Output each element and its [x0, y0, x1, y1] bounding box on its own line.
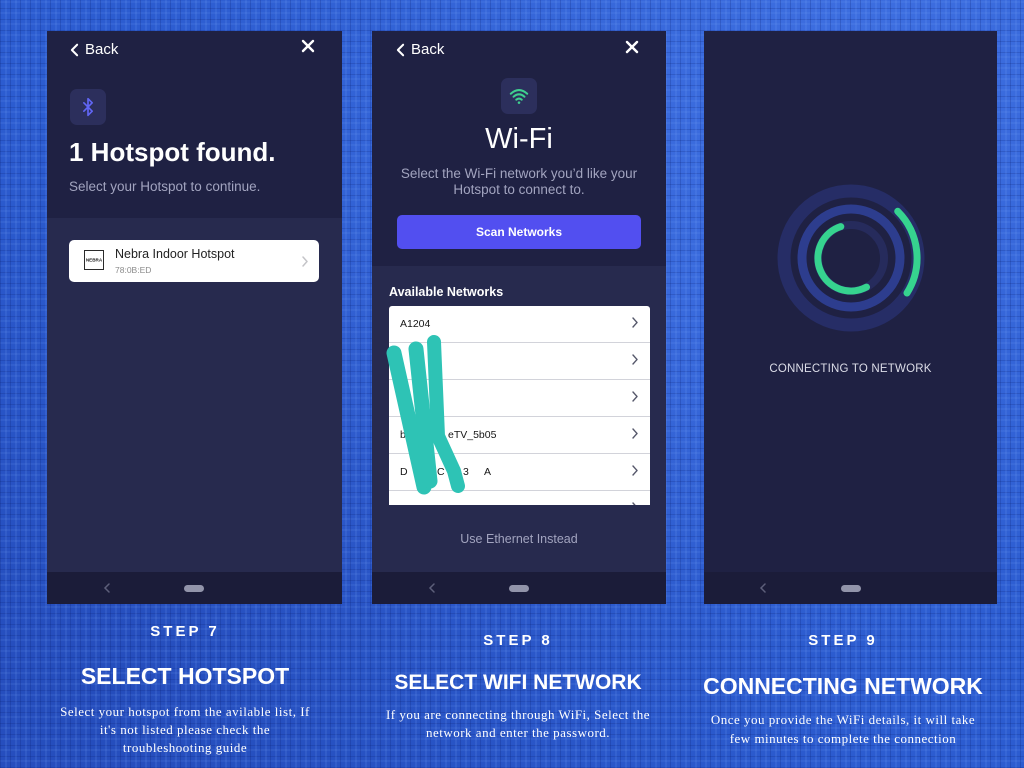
close-icon[interactable]: [301, 39, 315, 53]
hotspot-id: 78:0B:ED: [115, 265, 152, 275]
page-title: 1 Hotspot found.: [69, 137, 276, 167]
chevron-right-icon: [632, 317, 638, 328]
available-networks-heading: Available Networks: [389, 285, 504, 299]
back-label: Back: [85, 41, 119, 58]
nebra-logo-text: NEBRA: [86, 258, 103, 263]
nav-back-icon[interactable]: [103, 582, 111, 594]
network-name: A1204: [400, 318, 431, 330]
screen-select-wifi: Back Wi-Fi Select the Wi-Fi network you’…: [372, 31, 666, 604]
page-title: Wi-Fi: [485, 123, 553, 155]
back-label: Back: [411, 41, 445, 58]
home-pill-icon[interactable]: [509, 585, 529, 592]
bluetooth-icon-tile: [70, 89, 106, 125]
close-icon[interactable]: [625, 40, 639, 54]
chevron-left-icon: [70, 43, 79, 57]
screen-select-hotspot: Back 1 Hotspot found. Select your Hotspo…: [47, 31, 342, 604]
chevron-left-icon: [396, 43, 405, 57]
android-nav-bar: [47, 572, 342, 604]
step-9-title: CONNECTING NETWORK: [703, 673, 983, 699]
network-name-fragment: C: [437, 466, 445, 478]
page-subtitle: Select your Hotspot to continue.: [69, 179, 261, 194]
page-subtitle-line-1: Select the Wi-Fi network you’d like your: [400, 166, 638, 181]
hotspot-name: Nebra Indoor Hotspot: [115, 247, 235, 261]
android-nav-bar: [704, 572, 997, 604]
bluetooth-icon: [83, 97, 93, 117]
step-8-label: STEP 8: [483, 632, 553, 649]
step-8-title: SELECT WIFI NETWORK: [394, 671, 642, 694]
network-name-fragment: 3: [463, 466, 469, 478]
back-button[interactable]: Back: [70, 41, 118, 59]
screen-connecting: CONNECTING TO NETWORK: [704, 31, 997, 604]
page-subtitle-line-2: Hotspot to connect to.: [453, 182, 585, 197]
nebra-logo: NEBRA: [84, 250, 104, 270]
step-8-description-line-2: network and enter the password.: [425, 725, 611, 740]
chevron-right-icon: [632, 354, 638, 365]
nav-back-icon[interactable]: [428, 582, 436, 594]
connection-rings-icon: [777, 184, 925, 332]
network-row[interactable]: b eTV_5b05: [389, 417, 650, 454]
network-name-fragment: A: [484, 466, 492, 478]
network-list: A1204 b eTV_5b05 D C 3 A: [389, 306, 650, 505]
scan-networks-button[interactable]: Scan Networks: [397, 215, 641, 249]
wifi-icon-tile: [501, 78, 537, 114]
network-name-fragment: eTV_5b05: [448, 429, 497, 441]
network-row[interactable]: [389, 380, 650, 417]
step-9-description-line-2: few minutes to complete the connection: [729, 731, 957, 746]
home-pill-icon[interactable]: [841, 585, 861, 592]
hotspot-list-item[interactable]: NEBRA Nebra Indoor Hotspot 78:0B:ED: [69, 240, 319, 282]
step-8-description-line-1: If you are connecting through WiFi, Sele…: [385, 707, 651, 722]
chevron-right-icon: [632, 502, 636, 505]
step-7-label: STEP 7: [150, 623, 220, 640]
home-pill-icon[interactable]: [184, 585, 204, 592]
step-7-description-line-3: troubleshooting guide: [122, 740, 248, 755]
wifi-icon: [509, 89, 529, 104]
chevron-right-icon: [302, 256, 308, 267]
use-ethernet-link[interactable]: Use Ethernet Instead: [372, 531, 666, 547]
step-7-title: SELECT HOTSPOT: [80, 663, 290, 689]
inner-progress-arc: [814, 223, 870, 295]
chevron-right-icon: [632, 428, 638, 439]
step-7-description-line-1: Select your hotspot from the avilable li…: [60, 704, 310, 719]
step-7-description-line-2: it's not listed please check the: [99, 722, 271, 737]
network-row[interactable]: [389, 343, 650, 380]
chevron-right-icon: [632, 465, 638, 476]
network-name-fragment: D: [400, 466, 408, 478]
step-9-label: STEP 9: [808, 632, 878, 649]
network-name-fragment: b: [400, 429, 406, 441]
back-button[interactable]: Back: [396, 41, 444, 59]
network-row[interactable]: D C 3 A: [389, 454, 650, 491]
step-9-description-line-1: Once you provide the WiFi details, it wi…: [710, 712, 976, 727]
connecting-status: CONNECTING TO NETWORK: [769, 363, 932, 375]
android-nav-bar: [372, 572, 666, 604]
nav-back-icon[interactable]: [759, 582, 767, 594]
chevron-right-icon: [632, 391, 638, 402]
network-row[interactable]: [389, 491, 650, 505]
network-row[interactable]: A1204: [389, 306, 650, 343]
